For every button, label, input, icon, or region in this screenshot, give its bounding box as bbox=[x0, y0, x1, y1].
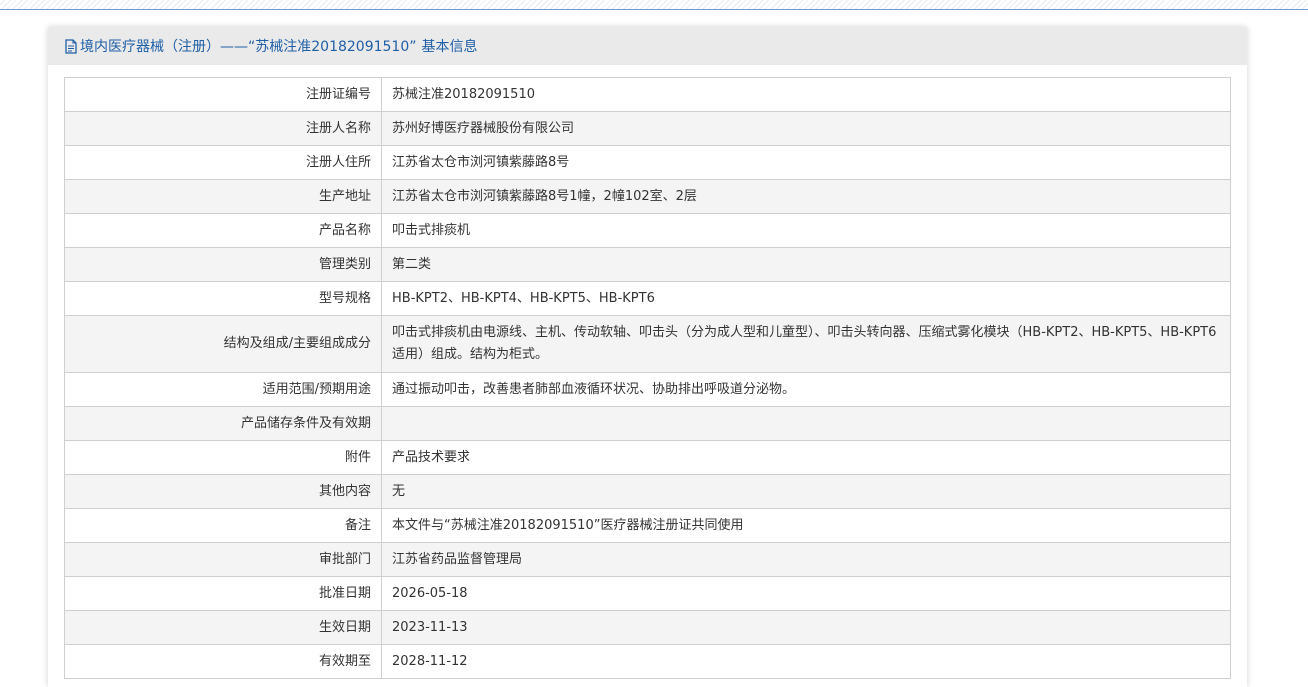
row-value: 2023-11-13 bbox=[381, 610, 1231, 645]
table-row: 结构及组成/主要组成成分 叩击式排痰机由电源线、主机、传动软轴、叩击头（分为成人… bbox=[64, 315, 1231, 373]
row-value: 江苏省太仓市浏河镇紫藤路8号1幢，2幢102室、2层 bbox=[381, 179, 1231, 214]
table-row: 型号规格 HB-KPT2、HB-KPT4、HB-KPT5、HB-KPT6 bbox=[64, 281, 1231, 316]
row-value: 苏械注准20182091510 bbox=[381, 77, 1231, 112]
row-value: 2028-11-12 bbox=[381, 644, 1231, 679]
row-value: 江苏省太仓市浏河镇紫藤路8号 bbox=[381, 145, 1231, 180]
row-label: 型号规格 bbox=[64, 281, 382, 316]
table-row: 生效日期 2023-11-13 bbox=[64, 610, 1231, 645]
row-value: 叩击式排痰机 bbox=[381, 213, 1231, 248]
row-label: 注册人住所 bbox=[64, 145, 382, 180]
table-row: 产品储存条件及有效期 bbox=[64, 406, 1231, 441]
row-value: HB-KPT2、HB-KPT4、HB-KPT5、HB-KPT6 bbox=[381, 281, 1231, 316]
row-label: 生产地址 bbox=[64, 179, 382, 214]
detail-table: 注册证编号 苏械注准20182091510 注册人名称 苏州好博医疗器械股份有限… bbox=[64, 77, 1231, 679]
row-label: 批准日期 bbox=[64, 576, 382, 611]
panel-header: 境内医疗器械（注册）—— “苏械注准20182091510” 基本信息 bbox=[48, 27, 1247, 65]
table-row: 批准日期 2026-05-18 bbox=[64, 576, 1231, 611]
row-label: 结构及组成/主要组成成分 bbox=[64, 315, 382, 373]
table-row: 注册人名称 苏州好博医疗器械股份有限公司 bbox=[64, 111, 1231, 146]
row-value: 无 bbox=[381, 474, 1231, 509]
table-row: 适用范围/预期用途 通过振动叩击，改善患者肺部血液循环状况、协助排出呼吸道分泌物… bbox=[64, 372, 1231, 407]
row-value: 通过振动叩击，改善患者肺部血液循环状况、协助排出呼吸道分泌物。 bbox=[381, 372, 1231, 407]
row-label: 审批部门 bbox=[64, 542, 382, 577]
row-label: 有效期至 bbox=[64, 644, 382, 679]
row-label: 注册证编号 bbox=[64, 77, 382, 112]
table-row: 注册人住所 江苏省太仓市浏河镇紫藤路8号 bbox=[64, 145, 1231, 180]
table-row: 有效期至 2028-11-12 bbox=[64, 644, 1231, 679]
row-label: 适用范围/预期用途 bbox=[64, 372, 382, 407]
row-value: 第二类 bbox=[381, 247, 1231, 282]
row-label: 产品名称 bbox=[64, 213, 382, 248]
document-icon bbox=[65, 38, 77, 54]
row-label: 管理类别 bbox=[64, 247, 382, 282]
row-value bbox=[381, 406, 1231, 441]
row-label: 生效日期 bbox=[64, 610, 382, 645]
row-label: 其他内容 bbox=[64, 474, 382, 509]
header-title-number: “苏械注准20182091510” bbox=[248, 39, 417, 55]
row-value: 叩击式排痰机由电源线、主机、传动软轴、叩击头（分为成人型和儿童型）、叩击头转向器… bbox=[381, 315, 1231, 373]
table-row: 产品名称 叩击式排痰机 bbox=[64, 213, 1231, 248]
row-label: 附件 bbox=[64, 440, 382, 475]
row-value: 苏州好博医疗器械股份有限公司 bbox=[381, 111, 1231, 146]
table-row: 注册证编号 苏械注准20182091510 bbox=[64, 77, 1231, 112]
row-label: 备注 bbox=[64, 508, 382, 543]
row-label: 注册人名称 bbox=[64, 111, 382, 146]
table-row: 备注 本文件与“苏械注准20182091510”医疗器械注册证共同使用 bbox=[64, 508, 1231, 543]
table-row: 管理类别 第二类 bbox=[64, 247, 1231, 282]
table-row: 生产地址 江苏省太仓市浏河镇紫藤路8号1幢，2幢102室、2层 bbox=[64, 179, 1231, 214]
top-divider bbox=[0, 0, 1308, 10]
row-value: 产品技术要求 bbox=[381, 440, 1231, 475]
row-label: 产品储存条件及有效期 bbox=[64, 406, 382, 441]
table-row: 附件 产品技术要求 bbox=[64, 440, 1231, 475]
header-title-suffix: 基本信息 bbox=[421, 39, 478, 55]
table-row: 其他内容 无 bbox=[64, 474, 1231, 509]
row-value: 本文件与“苏械注准20182091510”医疗器械注册证共同使用 bbox=[381, 508, 1231, 543]
row-value: 江苏省药品监督管理局 bbox=[381, 542, 1231, 577]
row-value: 2026-05-18 bbox=[381, 576, 1231, 611]
header-title-prefix: 境内医疗器械（注册）—— bbox=[80, 39, 248, 55]
detail-panel: 境内医疗器械（注册）—— “苏械注准20182091510” 基本信息 注册证编… bbox=[48, 27, 1247, 687]
table-row: 审批部门 江苏省药品监督管理局 bbox=[64, 542, 1231, 577]
